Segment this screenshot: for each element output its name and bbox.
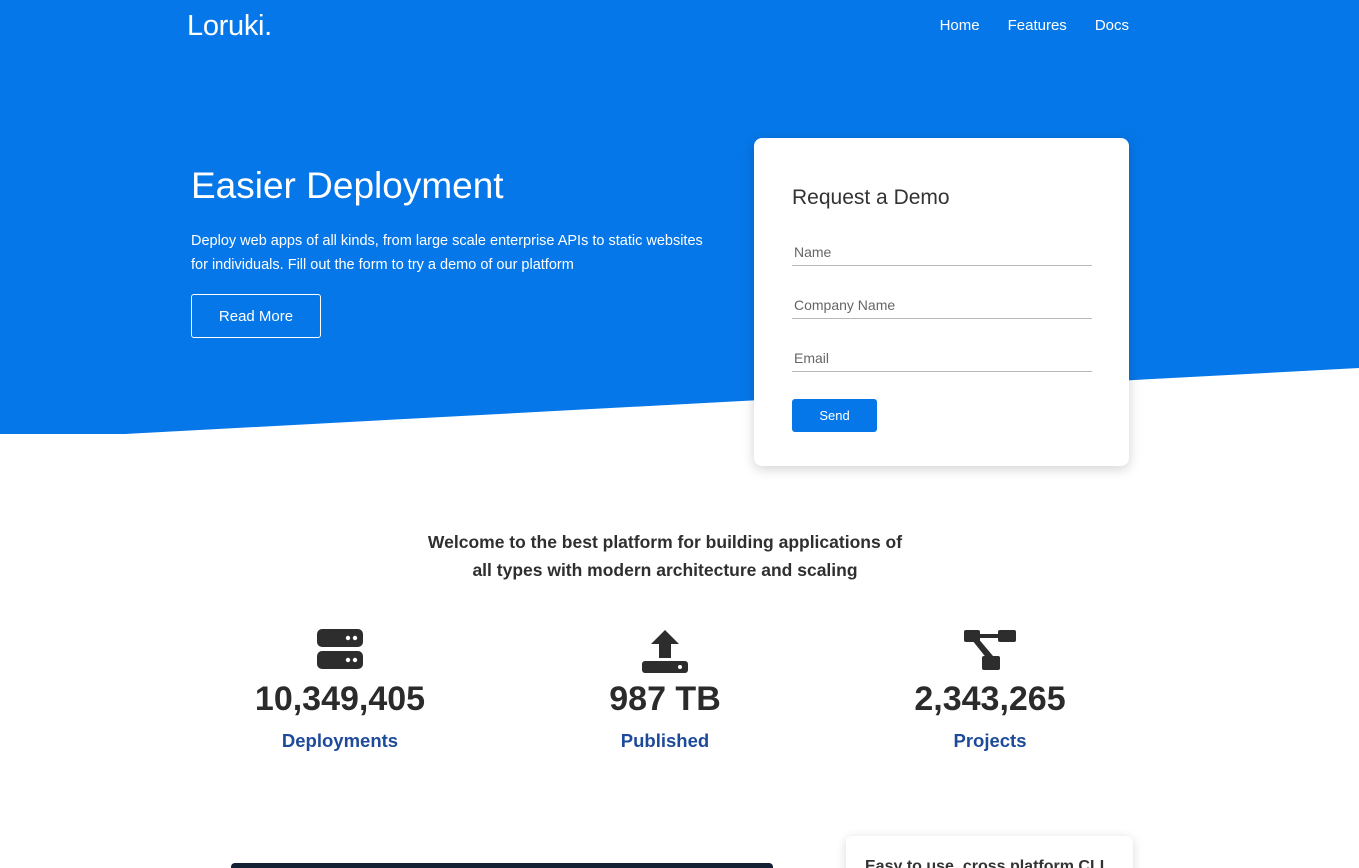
stat-value: 10,349,405 [254,680,426,718]
welcome-text: Welcome to the best platform for buildin… [427,532,903,580]
cli-feature-title: Easy to use, cross platform CLI [865,858,1105,868]
hero-title: Easier Deployment [191,165,504,206]
name-input[interactable] [792,238,1092,266]
nav-link-features[interactable]: Features [1008,17,1067,34]
stat-value: 987 TB [609,680,721,718]
stat-deployments: 10,349,405 Deployments [190,628,490,752]
stat-label: Published [620,730,710,751]
email-input[interactable] [792,344,1092,372]
nav-link-docs[interactable]: Docs [1095,17,1129,34]
nav-links: Home Features Docs [940,17,1129,34]
stat-published: 987 TB Published [515,628,815,752]
stat-value: 2,343,265 [914,680,1066,718]
navbar: Loruki. Home Features Docs [0,0,1359,56]
project-diagram-icon [840,628,1140,674]
hero-background [0,0,1359,440]
company-name-input[interactable] [792,291,1092,319]
send-button[interactable]: Send [792,399,877,432]
hero-description: Deploy web apps of all kinds, from large… [191,233,703,273]
logo[interactable]: Loruki. [187,10,272,43]
request-demo-card: Request a Demo Send [754,138,1129,466]
upload-icon [515,628,815,674]
stat-label: Projects [953,730,1027,751]
nav-link-home[interactable]: Home [940,17,980,34]
demo-form-title: Request a Demo [792,186,950,209]
read-more-button[interactable]: Read More [191,294,321,338]
server-icon [190,628,490,674]
stat-projects: 2,343,265 Projects [840,628,1140,752]
cli-terminal-preview [231,863,773,868]
cli-feature-card: Easy to use, cross platform CLI [846,836,1133,868]
stat-label: Deployments [281,730,399,751]
